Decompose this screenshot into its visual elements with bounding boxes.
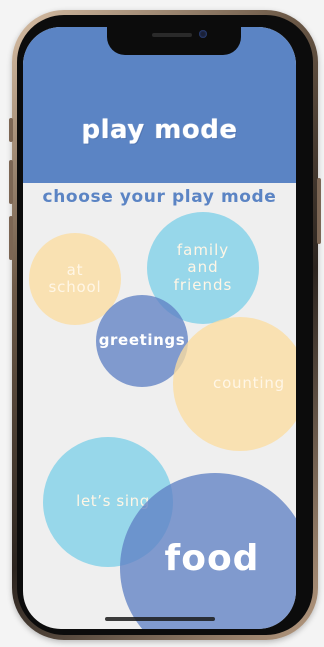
mode-label: at school <box>48 260 102 296</box>
volume-up-button <box>9 160 13 204</box>
power-button <box>317 178 321 244</box>
page-subtitle: choose your play mode <box>42 187 277 207</box>
front-camera-icon <box>199 30 207 38</box>
page-title: play mode <box>81 115 238 145</box>
volume-down-button <box>9 216 13 260</box>
notch <box>107 27 241 55</box>
mode-label: let’s sing <box>76 492 150 511</box>
speaker-grille <box>152 33 192 37</box>
mode-label: greetings <box>98 331 186 350</box>
app-screen: play mode choose your play mode at schoo… <box>23 27 296 629</box>
home-indicator[interactable] <box>104 617 215 621</box>
mode-counting-button[interactable]: counting <box>173 317 296 451</box>
mode-label: counting <box>213 374 285 393</box>
mode-label: family and friends <box>173 241 233 294</box>
mute-switch <box>9 118 13 142</box>
mode-label: food <box>164 538 260 580</box>
